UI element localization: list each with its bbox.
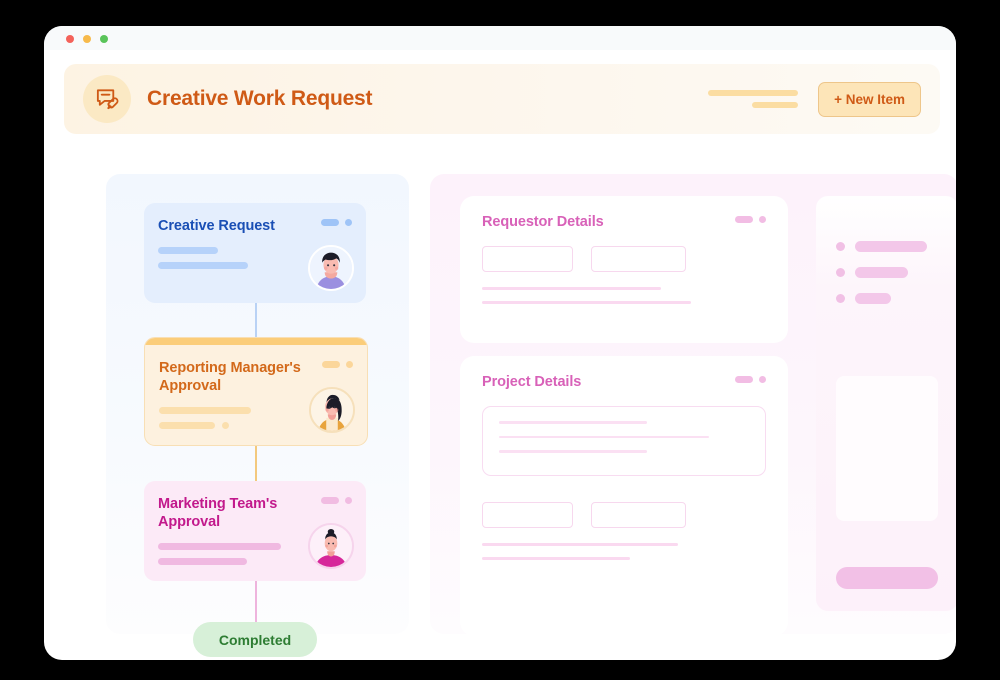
avatar xyxy=(308,245,354,291)
input-row xyxy=(482,502,766,528)
requestor-field-2[interactable] xyxy=(591,246,686,272)
badge-dot-icon xyxy=(759,216,766,223)
placeholder-line xyxy=(159,422,215,430)
project-field-2[interactable] xyxy=(591,502,686,528)
side-summary-card xyxy=(816,196,956,611)
list-item[interactable] xyxy=(836,241,927,252)
new-item-button[interactable]: + New Item xyxy=(818,81,921,117)
page-header: Creative Work Request + New Item xyxy=(64,64,940,134)
project-field-1[interactable] xyxy=(482,502,573,528)
avatar xyxy=(309,387,355,433)
traffic-light-group xyxy=(66,35,108,43)
badge-pill-icon xyxy=(735,376,753,383)
close-window-button[interactable] xyxy=(66,35,74,43)
placeholder-line xyxy=(499,450,647,453)
step-badges xyxy=(321,497,352,504)
side-content-placeholder xyxy=(836,376,938,521)
page-title: Creative Work Request xyxy=(147,87,373,110)
list-item[interactable] xyxy=(836,293,927,304)
status-badge: Completed xyxy=(193,622,317,657)
badge-pill-icon xyxy=(321,497,339,504)
badge-dot-icon xyxy=(346,361,353,368)
placeholder-line xyxy=(482,287,661,290)
workflow-connector xyxy=(255,444,257,484)
placeholder-line xyxy=(158,247,218,255)
header-placeholder-lines xyxy=(708,90,799,108)
step-title: Reporting Manager's Approval xyxy=(159,360,301,395)
section-badges xyxy=(735,376,766,383)
placeholder-line xyxy=(482,543,678,546)
badge-pill-icon xyxy=(735,216,753,223)
badge-dot-icon xyxy=(345,219,352,226)
placeholder-dot xyxy=(222,422,229,430)
workflow-step-manager-approval[interactable]: Reporting Manager's Approval xyxy=(144,337,368,446)
step-badges xyxy=(322,361,353,368)
workflow-connector xyxy=(255,301,257,341)
step-title: Marketing Team's Approval xyxy=(158,496,278,531)
placeholder-line xyxy=(855,293,891,304)
placeholder-line xyxy=(482,557,630,560)
requestor-field-1[interactable] xyxy=(482,246,573,272)
placeholder-line xyxy=(158,558,247,566)
maximize-window-button[interactable] xyxy=(100,35,108,43)
placeholder-line xyxy=(158,543,281,551)
window-titlebar xyxy=(44,26,956,50)
workflow-step-marketing-approval[interactable]: Marketing Team's Approval xyxy=(144,481,366,581)
workflow-connector xyxy=(255,578,257,623)
avatar xyxy=(308,523,354,569)
section-title: Project Details xyxy=(482,374,582,390)
workflow-step-creative-request[interactable]: Creative Request xyxy=(144,203,366,303)
placeholder-lines xyxy=(482,287,766,304)
badge-pill-icon xyxy=(322,361,340,368)
minimize-window-button[interactable] xyxy=(83,35,91,43)
section-title: Requestor Details xyxy=(482,214,604,230)
side-list xyxy=(836,241,927,304)
badge-pill-icon xyxy=(321,219,339,226)
bullet-dot-icon xyxy=(836,242,845,251)
placeholder-line xyxy=(158,262,248,270)
step-badges xyxy=(321,219,352,226)
placeholder-line xyxy=(159,407,251,415)
badge-dot-icon xyxy=(759,376,766,383)
bullet-dot-icon xyxy=(836,294,845,303)
badge-dot-icon xyxy=(345,497,352,504)
list-item[interactable] xyxy=(836,267,927,278)
bullet-dot-icon xyxy=(836,268,845,277)
section-badges xyxy=(735,216,766,223)
placeholder-line xyxy=(855,267,908,278)
placeholder-line xyxy=(499,435,709,438)
speech-bubble-paintbrush-icon xyxy=(83,75,131,123)
placeholder-line xyxy=(482,301,691,304)
requestor-details-card: Requestor Details xyxy=(460,196,788,343)
placeholder-line xyxy=(499,421,647,424)
project-description-textarea[interactable] xyxy=(482,406,766,476)
input-row xyxy=(482,246,766,272)
placeholder-lines xyxy=(482,543,766,560)
side-action-button[interactable] xyxy=(836,567,938,589)
placeholder-line xyxy=(708,90,799,96)
placeholder-line xyxy=(752,102,799,108)
project-details-card: Project Details xyxy=(460,356,788,636)
step-accent-bar xyxy=(145,338,367,345)
placeholder-line xyxy=(855,241,927,252)
step-title: Creative Request xyxy=(158,218,275,234)
app-window: Creative Work Request + New Item Creativ… xyxy=(44,26,956,660)
